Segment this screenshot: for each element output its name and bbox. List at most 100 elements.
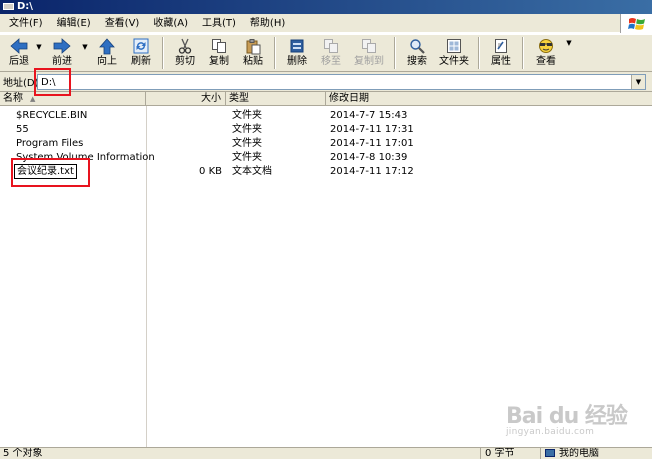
address-bar: 地址(D) D:\ ▼	[0, 72, 652, 92]
view-icon	[536, 37, 556, 55]
menu-file[interactable]: 文件(F)	[2, 15, 50, 32]
file-modified: 2014-7-7 15:43	[330, 110, 408, 121]
filename-highlight-box	[11, 158, 90, 187]
file-name: Program Files	[16, 138, 84, 149]
file-list: 名称 ▲ 大小 类型 修改日期 $RECYCLE.BIN 文件夹 2014-7-…	[0, 92, 652, 447]
move-to-icon	[321, 37, 341, 55]
menu-bar: 文件(F) 编辑(E) 查看(V) 收藏(A) 工具(T) 帮助(H)	[0, 14, 652, 33]
address-highlight-box	[34, 68, 71, 96]
search-icon	[407, 37, 427, 55]
address-dropdown-icon[interactable]: ▼	[631, 75, 645, 89]
folders-icon	[444, 37, 464, 55]
folders-label: 文件夹	[439, 56, 469, 67]
title-bar: D:\	[0, 0, 652, 14]
delete-icon	[287, 37, 307, 55]
file-name: $RECYCLE.BIN	[16, 110, 88, 121]
delete-button[interactable]: 删除	[280, 35, 314, 71]
view-dropdown-icon[interactable]: ▼	[564, 35, 574, 71]
baidu-watermark: Bai du 经验 jingyan.baidu.com	[506, 398, 628, 437]
cut-button[interactable]: 剪切	[168, 35, 202, 71]
menu-edit[interactable]: 编辑(E)	[50, 15, 98, 32]
copy-to-button[interactable]: 复制到	[348, 35, 390, 71]
properties-icon	[491, 37, 511, 55]
forward-dropdown-icon[interactable]: ▼	[80, 35, 90, 71]
back-label: 后退	[9, 56, 29, 67]
refresh-label: 刷新	[131, 56, 151, 67]
table-row[interactable]: 55 文件夹 2014-7-11 17:31	[0, 123, 652, 137]
move-to-label: 移至	[321, 56, 341, 67]
copy-button[interactable]: 复制	[202, 35, 236, 71]
toolbar-separator	[162, 37, 164, 69]
refresh-button[interactable]: 刷新	[124, 35, 158, 71]
search-button[interactable]: 搜索	[400, 35, 434, 71]
toolbar: 后退 ▼ 前进 ▼ 向上 刷新 剪切 复制 粘贴 删除 移至 复制到 搜索 文件…	[0, 34, 652, 72]
drive-icon	[3, 2, 14, 10]
address-input[interactable]: D:\ ▼	[37, 74, 646, 90]
forward-label: 前进	[52, 56, 72, 67]
arrow-up-icon	[97, 37, 117, 55]
cut-label: 剪切	[175, 56, 195, 67]
file-type: 文件夹	[232, 124, 262, 135]
windows-logo-icon	[620, 14, 652, 33]
menu-favorites[interactable]: 收藏(A)	[146, 15, 195, 32]
back-dropdown-icon[interactable]: ▼	[34, 35, 44, 71]
table-row[interactable]: Program Files 文件夹 2014-7-11 17:01	[0, 137, 652, 151]
up-button[interactable]: 向上	[90, 35, 124, 71]
table-row[interactable]: 会议纪录.txt 0 KB 文本文档 2014-7-11 17:12	[0, 164, 652, 179]
toolbar-separator	[478, 37, 480, 69]
forward-button[interactable]: 前进	[44, 35, 80, 71]
watermark-main: Bai du 经验	[506, 404, 628, 429]
menu-view[interactable]: 查看(V)	[98, 15, 147, 32]
table-row[interactable]: System Volume Information 文件夹 2014-7-8 1…	[0, 151, 652, 165]
file-modified: 2014-7-11 17:12	[330, 166, 414, 177]
table-row[interactable]: $RECYCLE.BIN 文件夹 2014-7-7 15:43	[0, 109, 652, 123]
file-type: 文件夹	[232, 152, 262, 163]
back-button[interactable]: 后退	[4, 35, 34, 71]
status-location-text: 我的电脑	[559, 448, 599, 459]
menu-help[interactable]: 帮助(H)	[243, 15, 292, 32]
file-modified: 2014-7-11 17:31	[330, 124, 414, 135]
search-label: 搜索	[407, 56, 427, 67]
window-title: D:\	[17, 1, 33, 12]
toolbar-separator	[394, 37, 396, 69]
paste-icon	[243, 37, 263, 55]
file-name: 55	[16, 124, 29, 135]
toolbar-separator	[274, 37, 276, 69]
arrow-left-icon	[9, 37, 29, 55]
view-button[interactable]: 查看	[528, 35, 564, 71]
refresh-icon	[131, 37, 151, 55]
column-type[interactable]: 类型	[226, 92, 326, 106]
status-object-count: 5 个对象	[3, 448, 43, 459]
folders-button[interactable]: 文件夹	[434, 35, 474, 71]
up-label: 向上	[97, 56, 117, 67]
toolbar-separator	[522, 37, 524, 69]
copy-to-icon	[359, 37, 379, 55]
copy-icon	[209, 37, 229, 55]
file-modified: 2014-7-8 10:39	[330, 152, 408, 163]
delete-label: 删除	[287, 56, 307, 67]
file-type: 文件夹	[232, 110, 262, 121]
copy-label: 复制	[209, 56, 229, 67]
file-type: 文件夹	[232, 138, 262, 149]
status-location: 我的电脑	[540, 448, 652, 459]
move-to-button[interactable]: 移至	[314, 35, 348, 71]
computer-icon	[545, 449, 555, 457]
menu-tools[interactable]: 工具(T)	[195, 15, 243, 32]
view-label: 查看	[536, 56, 556, 67]
properties-label: 属性	[491, 56, 511, 67]
status-bar: 5 个对象 0 字节 我的电脑	[0, 447, 652, 459]
column-header-row: 名称 ▲ 大小 类型 修改日期	[0, 92, 652, 106]
scissors-icon	[175, 37, 195, 55]
sort-ascending-icon: ▲	[30, 95, 36, 103]
column-modified[interactable]: 修改日期	[326, 92, 652, 106]
file-modified: 2014-7-11 17:01	[330, 138, 414, 149]
copy-to-label: 复制到	[354, 56, 384, 67]
column-size[interactable]: 大小	[146, 92, 226, 106]
status-size: 0 字节	[480, 448, 540, 459]
arrow-right-icon	[52, 37, 72, 55]
paste-button[interactable]: 粘贴	[236, 35, 270, 71]
column-name[interactable]: 名称	[0, 92, 146, 106]
paste-label: 粘贴	[243, 56, 263, 67]
file-type: 文本文档	[232, 166, 272, 177]
properties-button[interactable]: 属性	[484, 35, 518, 71]
